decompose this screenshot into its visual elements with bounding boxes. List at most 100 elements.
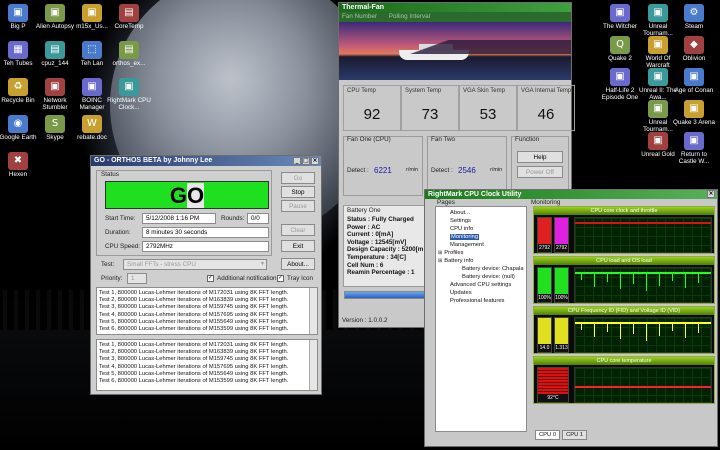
scrollbar[interactable]: [309, 340, 317, 390]
cpu0-log[interactable]: Test 1, 800000 Lucas-Lehmer iterations o…: [96, 287, 318, 335]
cpu-speed-label: CPU Speed:: [105, 243, 141, 250]
desktop-icon-rebate-doc[interactable]: Wrebate.doc: [70, 115, 114, 141]
tree-item-cpu-info[interactable]: CPU info: [438, 225, 524, 233]
tree-item-advanced-cpu-settings[interactable]: Advanced CPU settings: [438, 281, 524, 289]
tree-item-settings[interactable]: Settings: [438, 217, 524, 225]
tree-item-updates[interactable]: Updates: [438, 289, 524, 297]
temp-label: CPU Temp: [347, 88, 376, 94]
temp-box: System Temp 73: [401, 85, 459, 131]
tab-cpu-1[interactable]: CPU 1: [562, 430, 588, 440]
pages-label: Pages: [437, 199, 455, 206]
graph-spike: [594, 322, 595, 337]
battery-line: Reamin Percentage : 1: [347, 269, 415, 277]
fan-one-detect-label: Detect :: [347, 167, 369, 174]
app-icon: ▣: [8, 4, 28, 22]
app-icon: ▣: [610, 4, 630, 22]
monitor-gauge-value: 100%: [538, 294, 551, 302]
exit-button[interactable]: Exit: [281, 240, 315, 252]
desktop-icon-age-of-conan[interactable]: ▣ Age of Conan: [672, 68, 716, 94]
desktop-icon-orthos-ex-[interactable]: ▤ orthos_ex...: [107, 41, 151, 67]
battery-line: Status : Fully Charged: [347, 216, 414, 223]
desktop-icon-hexen[interactable]: ✖ Hexen: [0, 152, 40, 178]
desktop-icon-oblivion[interactable]: ◆ Oblivion: [672, 36, 716, 62]
monitor-graph: [574, 267, 712, 303]
tree-item-monitoring[interactable]: Monitoring: [438, 233, 524, 241]
desktop-icon-coretemp[interactable]: ▤ CoreTemp: [107, 4, 151, 30]
tree-item-professional-features[interactable]: Professional features: [438, 297, 524, 305]
tree-item-battery-device-chapala[interactable]: Battery device: Chapala: [438, 265, 524, 273]
app-icon: ▣: [610, 68, 630, 86]
monitor-panel: CPU core temperature92°C92°C: [533, 356, 715, 404]
monitor-panel-title: CPU load and OS load: [534, 257, 714, 265]
thermal-fan-titlebar[interactable]: Thermal-Fan: [339, 3, 571, 12]
additional-notification-label: Additional notification: [217, 275, 277, 283]
app-icon: ▣: [648, 4, 668, 22]
log-line: Test 4, 800000 Lucas-Lehmer iterations o…: [99, 363, 289, 370]
about-button[interactable]: About...: [281, 258, 315, 270]
menu-fan-number[interactable]: Fan Number: [342, 13, 377, 20]
desktop-icon-steam[interactable]: ⚙ Steam: [672, 4, 716, 30]
menu-polling-interval[interactable]: Polling Interval: [389, 13, 430, 20]
tree-item-battery-device-null-[interactable]: Battery device: (null): [438, 273, 524, 281]
log-line: Test 5, 800000 Lucas-Lehmer iterations o…: [99, 370, 289, 377]
app-icon: ▣: [684, 68, 704, 86]
monitor-gauge-value: 14.0: [538, 344, 551, 352]
tree-item-about-[interactable]: About...: [438, 209, 524, 217]
maximize-button[interactable]: □: [302, 157, 310, 165]
orthos-titlebar[interactable]: GO - ORTHOS BETA by Johnny Lee _ □ ×: [91, 156, 321, 166]
scrollbar[interactable]: [309, 288, 317, 334]
go-button[interactable]: Go: [281, 172, 315, 184]
duration-label: Duration:: [105, 229, 131, 236]
start-time-field: 5/12/2008 1:16 PM: [142, 213, 216, 224]
desktop-icon-label: Oblivion: [682, 55, 706, 62]
close-button[interactable]: ×: [311, 157, 319, 165]
thermal-fan-menu: Fan Number Polling Interval: [339, 12, 571, 22]
desktop-icon-label: CoreTemp: [114, 23, 144, 30]
fan-one-rpm-unit: r/min: [406, 167, 419, 173]
stop-button[interactable]: Stop: [281, 186, 315, 198]
app-icon: ▣: [648, 36, 668, 54]
graph-spike: [698, 322, 699, 333]
temp-value: 53: [479, 106, 497, 123]
pause-button[interactable]: Pause: [281, 200, 315, 212]
graph-line: [575, 272, 711, 274]
tree-item-battery-info[interactable]: ⊞ Battery info: [438, 257, 524, 265]
test-select[interactable]: Small FFTs - stress CPU ▼: [123, 259, 267, 270]
expand-icon[interactable]: ⊞: [438, 250, 442, 256]
priority-select[interactable]: 1: [127, 273, 147, 284]
priority-label: Priority:: [101, 275, 123, 282]
additional-notification-checkbox[interactable]: ✓ Additional notification: [207, 275, 277, 282]
rmclock-window: RightMark CPU Clock Utility × Pages Moni…: [424, 189, 718, 447]
cpu1-log[interactable]: Test 1, 800000 Lucas-Lehmer iterations o…: [96, 339, 318, 391]
checkbox-checked-icon: ✓: [207, 275, 214, 282]
battery-line: Design Capacity : 5200[m: [347, 246, 424, 254]
power-off-button[interactable]: Power Off: [517, 166, 563, 178]
desktop-icon-return-to-castle-w-[interactable]: ▣ Return to Castle W...: [672, 132, 716, 165]
tree-item-management[interactable]: Management: [438, 241, 524, 249]
expand-icon[interactable]: ⊞: [438, 258, 442, 264]
help-button[interactable]: Help: [517, 151, 563, 163]
temp-value: 92: [363, 106, 381, 123]
minimize-button[interactable]: _: [293, 157, 301, 165]
tree-item-label: Battery info: [444, 258, 474, 264]
desktop-icon-quake-3-arena[interactable]: ▣ Quake 3 Arena: [672, 100, 716, 126]
log-line: Test 3, 800000 Lucas-Lehmer iterations o…: [99, 304, 289, 311]
tab-cpu-0[interactable]: CPU 0: [535, 430, 561, 440]
log-line: Test 2, 800000 Lucas-Lehmer iterations o…: [99, 349, 289, 356]
close-button[interactable]: ×: [707, 190, 715, 198]
tree-item-label: About...: [450, 210, 470, 216]
app-icon: ◆: [684, 36, 704, 54]
desktop-icon-label: Hexen: [8, 171, 28, 178]
desktop-icon-rightmark-cpu-clock-[interactable]: ▣ RightMark CPU Clock...: [107, 78, 151, 111]
monitor-panel-title: CPU core clock and throttle: [534, 207, 714, 215]
app-icon: ▣: [45, 4, 65, 22]
tree-item-profiles[interactable]: ⊞ Profiles: [438, 249, 524, 257]
checkbox-checked-icon: ✓: [277, 275, 284, 282]
tray-icon-checkbox[interactable]: ✓ Tray Icon: [277, 275, 313, 282]
monitor-gauge-value: 2792: [555, 244, 568, 252]
desktop-icon-label: Age of Conan: [674, 87, 714, 94]
battery-one-group: Battery One Status : Fully Charged Power …: [343, 205, 431, 287]
cpu-tabs: CPU 0 CPU 1: [535, 430, 589, 440]
rmclock-titlebar[interactable]: RightMark CPU Clock Utility ×: [425, 190, 717, 199]
clear-button[interactable]: Clear: [281, 224, 315, 236]
